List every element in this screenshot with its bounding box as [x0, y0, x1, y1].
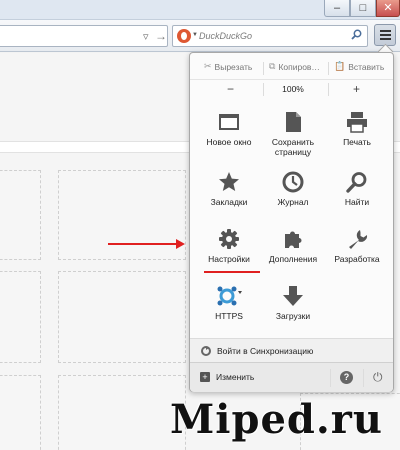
close-button[interactable]: ✕: [376, 0, 400, 17]
print-icon: [347, 112, 367, 133]
addons-puzzle-icon: [285, 231, 302, 248]
zoom-in-button[interactable]: +: [353, 82, 360, 96]
menu-line: [379, 30, 391, 32]
history-clock-icon: [282, 171, 304, 193]
minimize-button[interactable]: –: [324, 0, 350, 17]
search-placeholder[interactable]: DuckDuckGo: [199, 31, 252, 41]
go-arrow-icon[interactable]: →: [155, 29, 167, 43]
menu-line: [379, 38, 391, 40]
https-label: HTTPS: [215, 311, 243, 321]
copy-label: Копиров…: [278, 61, 320, 72]
url-bar[interactable]: ▿ →: [0, 25, 168, 47]
find-label: Найти: [344, 197, 370, 207]
help-icon[interactable]: ?: [340, 371, 353, 384]
cut-label: Вырезать: [214, 61, 253, 72]
save-page-label: Сохранить страницу: [271, 137, 315, 157]
quit-power-icon[interactable]: ⏻: [373, 370, 383, 385]
https-everywhere-icon: [217, 286, 242, 306]
print-button[interactable]: Печать: [324, 111, 390, 171]
title-bar: – □ ✕: [0, 0, 400, 20]
edit-controls: ✂ Вырезать ⧉ Копиров… 📋 Вставить: [190, 59, 393, 77]
plus-icon: +: [200, 372, 210, 382]
dropdown-arrow-icon[interactable]: ▿: [143, 30, 149, 43]
paste-button[interactable]: 📋 Вставить: [334, 61, 384, 72]
annotation-underline: [204, 271, 260, 273]
annotation-arrow-line: [108, 243, 178, 245]
annotation-arrow-head: [176, 239, 185, 249]
clipboard-icon: 📋: [334, 61, 346, 71]
scissors-icon: ✂: [204, 61, 212, 71]
new-window-label: Новое окно: [206, 137, 252, 147]
menu-panel: ✂ Вырезать ⧉ Копиров… 📋 Вставить − 100% …: [189, 52, 394, 392]
new-tab-tile[interactable]: [58, 375, 186, 450]
navigation-toolbar: ▿ → ▼ DuckDuckGo: [0, 20, 400, 52]
customize-label: Изменить: [216, 372, 255, 382]
divider: [328, 62, 329, 75]
search-bar[interactable]: ▼ DuckDuckGo: [172, 25, 368, 47]
maximize-button[interactable]: □: [350, 0, 376, 17]
new-tab-tile[interactable]: [58, 170, 186, 260]
bookmarks-label: Закладки: [210, 197, 248, 207]
engine-dropdown-icon[interactable]: ▼: [192, 32, 198, 38]
new-tab-tile[interactable]: [0, 170, 41, 260]
find-button[interactable]: Найти: [324, 171, 390, 231]
https-button[interactable]: HTTPS: [196, 285, 262, 345]
zoom-reset-button[interactable]: 100%: [281, 84, 305, 94]
divider: [263, 83, 264, 96]
new-tab-tile[interactable]: [58, 271, 186, 363]
copy-icon: ⧉: [269, 61, 276, 71]
addons-label: Дополнения: [268, 254, 318, 264]
search-icon[interactable]: [351, 29, 362, 43]
divider: [330, 369, 331, 387]
developer-wrench-icon: [349, 230, 368, 249]
divider: [263, 62, 264, 75]
settings-gear-icon: [219, 229, 239, 249]
settings-button[interactable]: Настройки: [196, 228, 262, 288]
downloads-button[interactable]: Загрузки: [260, 285, 326, 345]
paste-label: Вставить: [348, 61, 385, 72]
developer-button[interactable]: Разработка: [324, 228, 390, 288]
sync-icon: [201, 345, 211, 356]
history-button[interactable]: Журнал: [260, 171, 326, 231]
zoom-controls: − 100% +: [190, 79, 393, 97]
copy-button[interactable]: ⧉ Копиров…: [269, 61, 320, 72]
save-page-button[interactable]: Сохранить страницу: [260, 111, 326, 171]
divider: [363, 369, 364, 387]
developer-label: Разработка: [334, 254, 380, 264]
new-tab-tile[interactable]: [0, 271, 41, 363]
zoom-out-button[interactable]: −: [227, 82, 234, 96]
print-label: Печать: [343, 137, 371, 147]
save-page-icon: [286, 112, 301, 132]
menu-footer: + Изменить ? ⏻: [190, 362, 393, 392]
duckduckgo-logo-icon[interactable]: [177, 29, 191, 43]
new-window-button[interactable]: Новое окно: [196, 111, 262, 171]
new-tab-tile[interactable]: [0, 375, 41, 450]
bookmarks-button[interactable]: Закладки: [196, 171, 262, 231]
downloads-arrow-icon: [283, 286, 303, 306]
downloads-label: Загрузки: [275, 311, 311, 321]
history-label: Журнал: [277, 197, 309, 207]
new-window-icon: [219, 114, 239, 130]
bookmarks-star-icon: [219, 172, 239, 191]
customize-button[interactable]: + Изменить: [200, 372, 254, 382]
find-magnifier-icon: [346, 172, 367, 193]
divider: [328, 83, 329, 96]
cut-button[interactable]: ✂ Вырезать: [204, 61, 252, 72]
sync-label: Войти в Синхронизацию: [217, 345, 314, 356]
watermark: Miped.ru: [170, 396, 383, 443]
sync-button[interactable]: Войти в Синхронизацию: [190, 338, 393, 362]
settings-label: Настройки: [208, 254, 250, 264]
addons-button[interactable]: Дополнения: [260, 228, 326, 288]
menu-line: [379, 34, 391, 36]
